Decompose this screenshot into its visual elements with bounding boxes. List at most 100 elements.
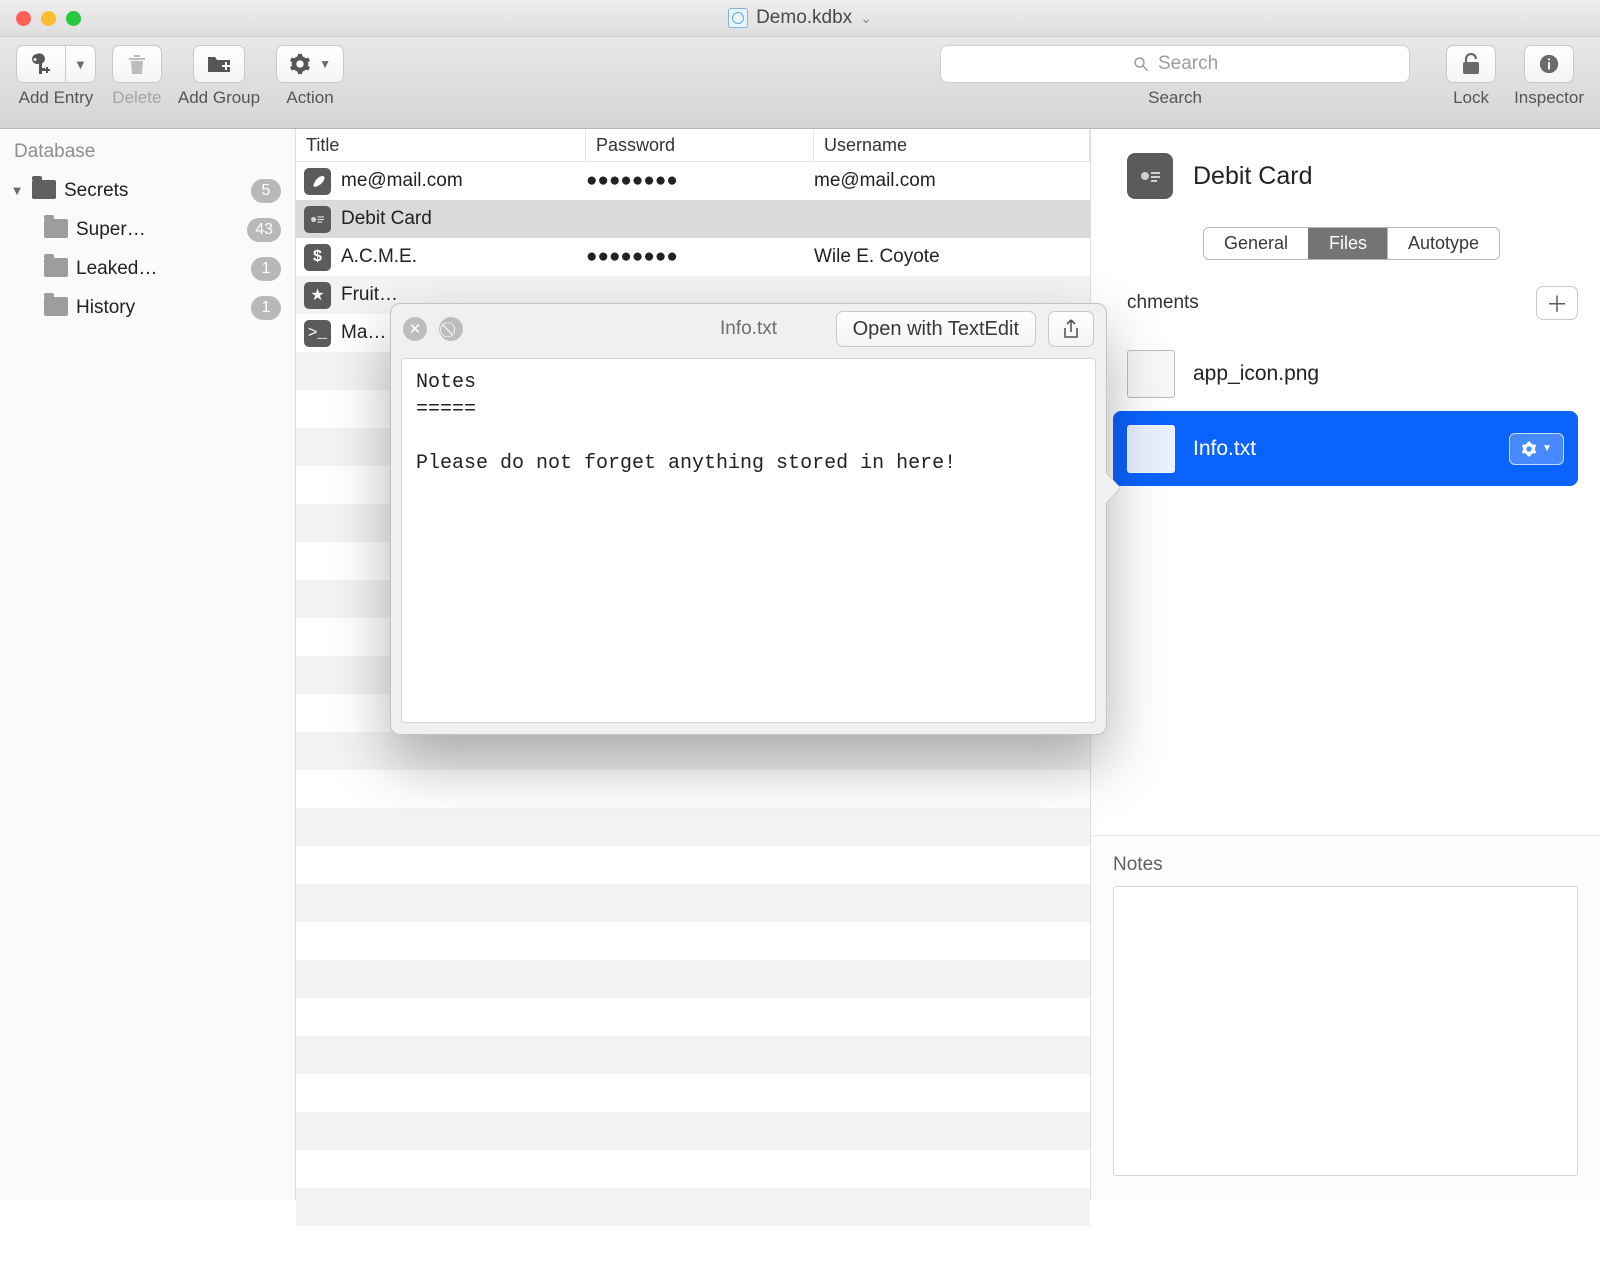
entry-icon bbox=[304, 168, 331, 195]
sidebar: Database ▼ Secrets 5 Super… 43 Leaked… 1… bbox=[0, 129, 296, 1200]
entry-icon bbox=[304, 206, 331, 233]
entry-icon: ★ bbox=[304, 282, 331, 309]
inspector-tabs: General Files Autotype bbox=[1203, 227, 1500, 260]
chevron-down-icon: ▼ bbox=[1542, 443, 1552, 454]
inspector-button[interactable] bbox=[1524, 45, 1574, 83]
gear-icon bbox=[289, 53, 311, 75]
window-title: Demo.kdbx bbox=[756, 7, 852, 29]
sidebar-header: Database bbox=[0, 129, 295, 171]
entry-title: me@mail.com bbox=[341, 170, 463, 192]
table-row-empty bbox=[296, 732, 1090, 770]
attachment-row[interactable]: app_icon.png bbox=[1113, 336, 1578, 411]
search-icon bbox=[1132, 55, 1150, 73]
file-thumbnail-icon bbox=[1127, 350, 1175, 398]
sidebar-item-label: Secrets bbox=[64, 180, 128, 202]
count-badge: 1 bbox=[251, 296, 281, 320]
attachment-name: Info.txt bbox=[1193, 437, 1256, 461]
chevron-down-icon[interactable]: ⌄ bbox=[860, 10, 872, 27]
action-button[interactable]: ▼ bbox=[276, 45, 344, 83]
disclosure-triangle-icon[interactable]: ▼ bbox=[10, 183, 24, 198]
folder-plus-icon bbox=[206, 53, 232, 75]
folder-icon bbox=[32, 180, 56, 199]
notes-textarea[interactable] bbox=[1113, 886, 1578, 1176]
folder-icon bbox=[44, 258, 68, 277]
trash-icon bbox=[126, 52, 148, 76]
search-input[interactable]: Search bbox=[940, 45, 1410, 83]
share-button[interactable] bbox=[1048, 311, 1094, 347]
toolbar-label-lock: Lock bbox=[1453, 88, 1489, 108]
sidebar-item-leaked[interactable]: Leaked… 1 bbox=[0, 249, 295, 288]
table-row-empty bbox=[296, 770, 1090, 808]
attachments-heading: chments bbox=[1127, 292, 1199, 314]
open-with-button[interactable]: Open with TextEdit bbox=[836, 311, 1036, 347]
toolbar-label-add-entry: Add Entry bbox=[19, 88, 94, 108]
inspector-title: Debit Card bbox=[1193, 162, 1313, 191]
search-placeholder: Search bbox=[1158, 53, 1218, 75]
folder-icon bbox=[44, 297, 68, 316]
lock-button[interactable] bbox=[1446, 45, 1496, 83]
table-row[interactable]: $A.C.M.E.●●●●●●●●Wile E. Coyote bbox=[296, 238, 1090, 276]
count-badge: 5 bbox=[251, 179, 281, 203]
column-header-title[interactable]: Title bbox=[296, 129, 586, 161]
attachment-row[interactable]: Info.txt ▼ bbox=[1113, 411, 1578, 486]
delete-button[interactable] bbox=[112, 45, 162, 83]
table-row-empty bbox=[296, 1036, 1090, 1074]
entry-icon: $ bbox=[304, 244, 331, 271]
close-popover-button[interactable]: ✕ bbox=[403, 317, 427, 341]
sidebar-item-super[interactable]: Super… 43 bbox=[0, 210, 295, 249]
sidebar-item-label: History bbox=[76, 297, 135, 319]
forbidden-button[interactable]: ⃠ bbox=[439, 317, 463, 341]
table-row-empty bbox=[296, 922, 1090, 960]
notes-heading: Notes bbox=[1113, 854, 1578, 876]
table-row-empty bbox=[296, 1226, 1090, 1264]
add-entry-menu-button[interactable]: ▼ bbox=[65, 45, 96, 83]
entry-username: me@mail.com bbox=[814, 170, 1090, 192]
close-icon: ✕ bbox=[409, 320, 422, 338]
sidebar-item-secrets[interactable]: ▼ Secrets 5 bbox=[0, 171, 295, 210]
add-attachment-button[interactable]: ＋ bbox=[1536, 286, 1578, 320]
table-row-empty bbox=[296, 1188, 1090, 1226]
file-thumbnail-icon bbox=[1127, 425, 1175, 473]
toolbar-label-inspector: Inspector bbox=[1514, 88, 1584, 108]
entry-title: Fruit… bbox=[341, 284, 398, 306]
entry-icon: >_ bbox=[304, 320, 331, 347]
share-icon bbox=[1062, 319, 1080, 339]
entry-title: A.C.M.E. bbox=[341, 246, 417, 268]
column-header-password[interactable]: Password bbox=[586, 129, 814, 161]
sidebar-item-history[interactable]: History 1 bbox=[0, 288, 295, 327]
count-badge: 1 bbox=[251, 257, 281, 281]
table-row-empty bbox=[296, 1150, 1090, 1188]
add-entry-button[interactable] bbox=[16, 45, 66, 83]
table-row[interactable]: me@mail.com●●●●●●●●me@mail.com bbox=[296, 162, 1090, 200]
tab-files[interactable]: Files bbox=[1308, 228, 1387, 259]
popover-text-content: Notes ===== Please do not forget anythin… bbox=[401, 358, 1096, 723]
entry-title: Debit Card bbox=[341, 208, 432, 230]
column-header-username[interactable]: Username bbox=[814, 129, 1090, 161]
table-row-empty bbox=[296, 846, 1090, 884]
table-row-empty bbox=[296, 1112, 1090, 1150]
gear-icon bbox=[1521, 441, 1537, 457]
table-row-empty bbox=[296, 808, 1090, 846]
tab-autotype[interactable]: Autotype bbox=[1387, 228, 1499, 259]
entry-password: ●●●●●●●● bbox=[586, 170, 814, 192]
entry-password: ●●●●●●●● bbox=[586, 246, 814, 268]
attachment-name: app_icon.png bbox=[1193, 362, 1319, 386]
toolbar: ▼ Add Entry Delete Add Group ▼ Action bbox=[0, 37, 1600, 129]
add-group-button[interactable] bbox=[193, 45, 245, 83]
key-plus-icon bbox=[29, 52, 53, 76]
count-badge: 43 bbox=[247, 218, 281, 242]
attachment-actions-button[interactable]: ▼ bbox=[1509, 433, 1564, 465]
tab-general[interactable]: General bbox=[1204, 228, 1308, 259]
sidebar-item-label: Super… bbox=[76, 219, 146, 241]
table-row[interactable]: Debit Card bbox=[296, 200, 1090, 238]
chevron-down-icon: ▼ bbox=[319, 57, 331, 71]
toolbar-label-add-group: Add Group bbox=[178, 88, 260, 108]
toolbar-label-delete: Delete bbox=[112, 88, 161, 108]
table-row-empty bbox=[296, 998, 1090, 1036]
folder-icon bbox=[44, 219, 68, 238]
toolbar-label-action: Action bbox=[286, 88, 333, 108]
table-row-empty bbox=[296, 884, 1090, 922]
sidebar-item-label: Leaked… bbox=[76, 258, 157, 280]
table-row-empty bbox=[296, 960, 1090, 998]
info-icon bbox=[1538, 53, 1560, 75]
